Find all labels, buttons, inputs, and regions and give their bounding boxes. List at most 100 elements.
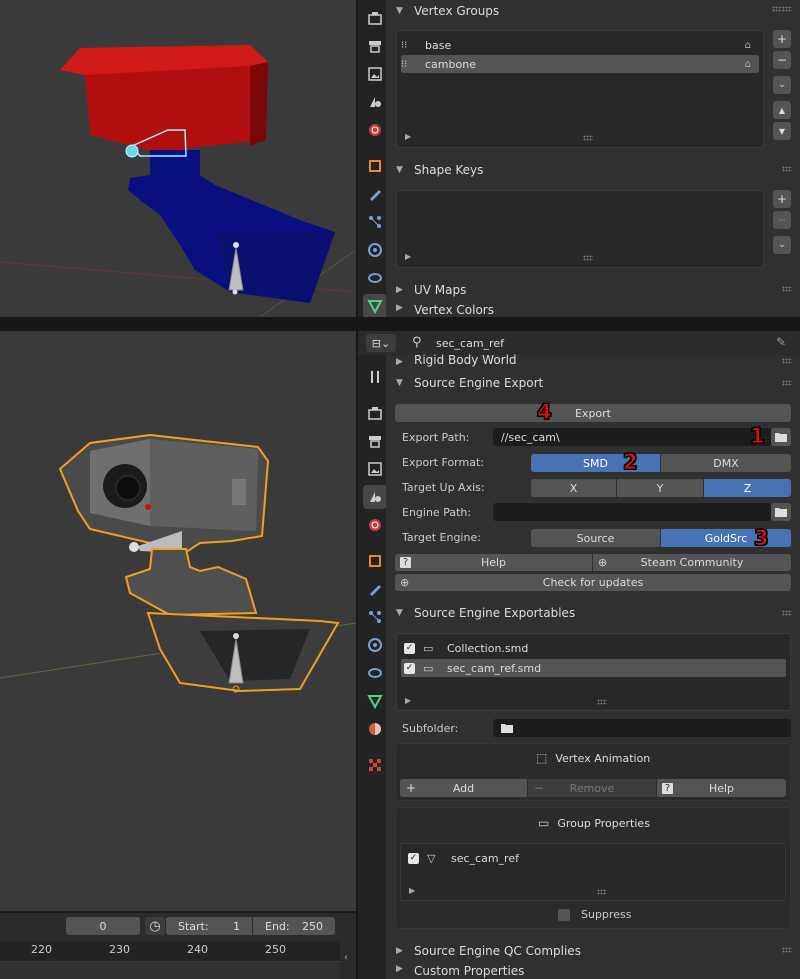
physics-icon[interactable] [363,633,387,657]
check-updates-button[interactable]: ⊕ Check for updates [395,574,791,591]
list-resize-grip[interactable] [583,135,593,141]
vertex-animation-help-button[interactable]: ? Help [657,779,786,797]
constraints-icon[interactable] [363,661,387,685]
render-icon[interactable] [363,6,387,30]
particles-icon[interactable] [363,210,387,234]
add-vertex-group-button[interactable]: + [773,30,791,48]
panel-grip[interactable] [782,610,792,616]
subfolder-field[interactable] [493,719,791,737]
up-axis-y[interactable]: Y [617,479,703,497]
data-icon[interactable] [363,689,387,713]
modifier-icon[interactable] [363,577,387,601]
engine-path-field[interactable] [493,503,771,521]
shape-keys-header[interactable]: ▼ Shape Keys [396,159,483,181]
suppress-checkbox[interactable] [558,908,570,921]
vertex-group-specials-button[interactable]: ⌄ [773,76,791,94]
list-filter-toggle-icon[interactable]: ▶ [405,252,411,261]
group-object-item[interactable]: ✓ ▽ sec_cam_ref [405,849,781,867]
particles-icon[interactable] [363,605,387,629]
add-shape-key-button[interactable]: + [773,190,791,208]
export-button[interactable]: Export [395,404,791,422]
view-layer-icon[interactable] [363,62,387,86]
pin-icon[interactable]: ✎ [776,335,786,349]
suppress-checkbox-row[interactable]: Suppress [558,908,631,921]
lock-icon[interactable]: ⌂ [745,59,751,70]
panel-grip[interactable] [782,947,792,953]
top-viewport[interactable] [0,0,356,317]
source-engine-export-header[interactable]: ▼ Source Engine Export [396,372,543,394]
exportable-checkbox[interactable]: ✓ [404,642,415,654]
list-resize-grip[interactable] [597,699,607,705]
vertex-animation-add-button[interactable]: + Add [400,779,527,797]
scene-icon[interactable] [363,90,387,114]
start-frame-field[interactable]: Start: 1 [166,917,252,935]
material-icon[interactable] [363,717,387,741]
tool-icon[interactable] [363,365,387,389]
world-icon[interactable] [363,118,387,142]
clock-icon[interactable]: ◷ [145,917,165,935]
view-layer-icon[interactable] [363,457,387,481]
list-filter-toggle-icon[interactable]: ▶ [409,886,415,895]
export-path-browse-button[interactable] [771,428,791,446]
scene-icon[interactable] [363,485,387,509]
uv-maps-header[interactable]: ▶ UV Maps [396,279,466,301]
vertex-colors-header[interactable]: ▶ Vertex Colors [396,303,494,317]
vertex-group-item[interactable]: ⁝⁝ base ⌂ [401,36,759,54]
engine-path-browse-button[interactable] [771,503,791,521]
rigid-body-world-header[interactable]: ▶ Rigid Body World [396,353,517,367]
constraints-icon[interactable] [363,266,387,290]
export-path-field[interactable]: //sec_cam\ [493,428,771,446]
export-format-smd[interactable]: SMD [531,454,660,472]
list-filter-toggle-icon[interactable]: ▶ [405,132,411,141]
exportables-header[interactable]: ▼ Source Engine Exportables [396,602,575,624]
steam-community-button[interactable]: ⊕ Steam Community [593,554,791,571]
vertex-group-item[interactable]: ⁝⁝ cambone ⌂ [401,55,759,73]
list-resize-grip[interactable] [597,889,607,895]
move-down-button[interactable]: ▼ [773,122,791,140]
group-object-checkbox[interactable]: ✓ [408,852,419,864]
vertex-animation-remove-button[interactable]: − Remove [528,779,656,797]
texture-icon[interactable] [363,753,387,777]
output-icon[interactable] [363,34,387,58]
remove-vertex-group-button[interactable]: − [773,51,791,69]
bottom-viewport[interactable] [0,331,356,911]
target-engine-goldsrc[interactable]: GoldSrc [661,529,791,547]
modifier-icon[interactable] [363,182,387,206]
data-icon[interactable] [363,294,387,318]
vertex-groups-header[interactable]: ▼ Vertex Groups [396,0,499,22]
end-frame-field[interactable]: End: 250 [253,917,335,935]
help-button[interactable]: ? Help [395,554,592,571]
render-icon[interactable] [363,401,387,425]
exportable-checkbox[interactable]: ✓ [404,662,415,674]
lock-icon[interactable]: ⌂ [745,40,751,51]
timeline-collapse-icon[interactable]: ‹ [344,952,348,963]
shape-key-specials-button[interactable]: ⌄ [773,236,791,254]
move-up-button[interactable]: ▲ [773,101,791,119]
current-frame-field[interactable]: 0 [66,917,140,935]
up-axis-z[interactable]: Z [704,479,791,497]
panel-grip[interactable] [782,358,792,364]
object-icon[interactable] [363,154,387,178]
world-icon[interactable] [363,513,387,537]
remove-shape-key-button[interactable]: − [773,211,791,229]
panel-grip[interactable] [782,166,792,172]
output-icon[interactable] [363,429,387,453]
physics-icon[interactable] [363,238,387,262]
target-engine-source[interactable]: Source [531,529,660,547]
panel-grip[interactable] [782,286,792,292]
up-axis-x[interactable]: X [531,479,616,497]
object-icon[interactable] [363,549,387,573]
panel-grip[interactable] [782,380,792,386]
exportable-item[interactable]: ✓ ▭ Collection.smd [401,639,786,657]
list-filter-toggle-icon[interactable]: ▶ [405,696,411,705]
custom-properties-header[interactable]: ▶ Custom Properties [396,964,524,979]
screen-divider[interactable] [0,317,800,331]
qc-complies-header[interactable]: ▶ Source Engine QC Complies [396,940,581,962]
editor-type-selector[interactable]: ⊟⌄ [366,334,396,352]
exportable-item[interactable]: ✓ ▭ sec_cam_ref.smd [401,659,786,677]
panel-grip[interactable] [772,6,782,12]
timeline-ruler[interactable]: 220 230 240 250 [0,941,340,979]
list-resize-grip[interactable] [583,255,593,261]
panel-grip[interactable] [782,6,792,12]
export-format-dmx[interactable]: DMX [661,454,791,472]
